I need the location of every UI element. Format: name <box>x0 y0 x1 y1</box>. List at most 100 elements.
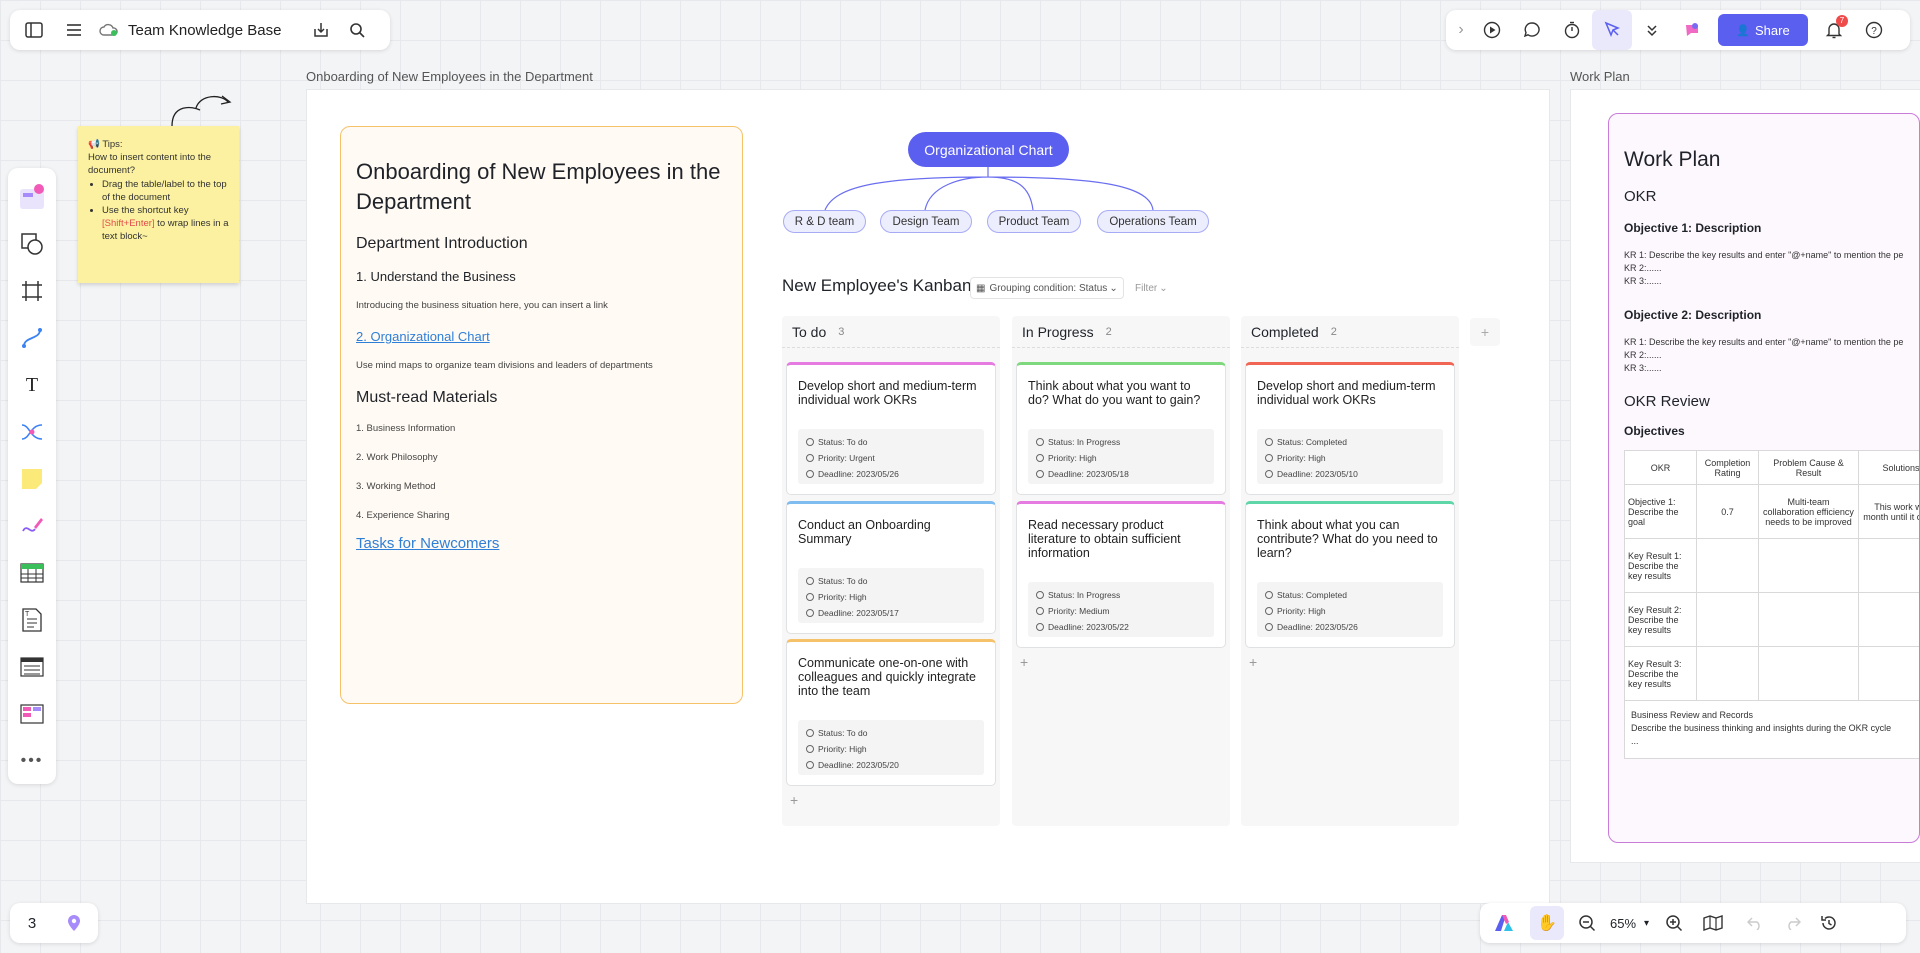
objective-1-heading: Objective 1: Description <box>1624 221 1762 235</box>
doc-paragraph-business: Introducing the business situation here,… <box>356 300 608 311</box>
card-priority: Priority: High <box>1265 450 1435 466</box>
workplan-frame-label[interactable]: Work Plan <box>1570 69 1630 84</box>
ai-logo-icon[interactable] <box>1484 903 1524 943</box>
list-icon[interactable] <box>12 647 52 686</box>
add-card-plus-icon[interactable]: + <box>1249 654 1257 670</box>
org-node-rnd[interactable]: R & D team <box>783 210 866 233</box>
kanban-column-completed: Completed 2 Develop short and medium-term… <box>1241 316 1459 826</box>
chevron-down-icon: ⌄ <box>1159 282 1168 294</box>
share-button[interactable]: 👤 Share <box>1718 14 1808 46</box>
card-deadline: Deadline: 2023/05/17 <box>806 605 976 621</box>
history-icon[interactable] <box>1811 903 1847 943</box>
search-icon[interactable] <box>339 10 375 50</box>
org-chart-root[interactable]: Organizational Chart <box>908 132 1069 167</box>
doc-heading-understand: 1. Understand the Business <box>356 269 516 284</box>
more-tools-icon[interactable]: ••• <box>12 741 52 780</box>
undo-icon[interactable] <box>1735 903 1775 943</box>
shape-icon[interactable] <box>12 225 52 264</box>
card-title: Think about what you can contribute? Wha… <box>1257 518 1438 560</box>
menu-icon[interactable] <box>54 10 94 50</box>
add-card-plus-icon[interactable]: + <box>1020 654 1028 670</box>
column-header: Completed 2 <box>1241 316 1459 348</box>
filter-dropdown[interactable]: Filter ⌄ <box>1130 277 1173 299</box>
table-icon[interactable] <box>12 553 52 592</box>
tasks-link[interactable]: Tasks for Newcomers <box>356 535 727 552</box>
redo-icon[interactable] <box>1775 903 1811 943</box>
bell-icon[interactable]: 7 <box>1814 10 1854 50</box>
column-count: 2 <box>1105 325 1112 338</box>
card-status: Status: In Progress <box>1036 587 1206 603</box>
table-row: Key Result 3: Describe the key results <box>1624 646 1919 701</box>
sidebar-toggle-icon[interactable] <box>14 10 54 50</box>
org-chart-link[interactable]: 2. Organizational Chart <box>356 329 727 344</box>
table-cell: Key Result 1: Describe the key results <box>1624 538 1697 593</box>
more-chevrons-icon[interactable] <box>1632 10 1672 50</box>
play-icon[interactable] <box>1472 10 1512 50</box>
table-row: Key Result 1: Describe the key results <box>1624 538 1919 593</box>
follow-cursor-icon[interactable] <box>1592 10 1632 50</box>
zoom-in-icon[interactable] <box>1657 903 1691 943</box>
card-status: Status: To do <box>806 725 976 741</box>
map-icon[interactable] <box>1691 903 1735 943</box>
tips-title: 📢 Tips: <box>88 139 123 150</box>
collapse-chevron-icon[interactable]: › <box>1450 10 1472 50</box>
kanban-card[interactable]: Conduct an Onboarding Summary Status: To… <box>786 501 996 634</box>
location-pin-icon[interactable] <box>54 903 94 943</box>
kanban-card[interactable]: Think about what you can contribute? Wha… <box>1245 501 1455 648</box>
status-icon <box>1265 438 1273 446</box>
zoom-chevron-down-icon[interactable]: ▾ <box>1644 918 1649 929</box>
org-node-design[interactable]: Design Team <box>880 210 972 233</box>
share-label: Share <box>1755 22 1790 38</box>
card-status: Status: To do <box>806 573 976 589</box>
status-icon <box>1036 438 1044 446</box>
zoom-level[interactable]: 65% <box>1610 916 1636 931</box>
card-priority: Priority: Medium <box>1036 603 1206 619</box>
add-column-button[interactable]: + <box>1470 318 1500 346</box>
kanban-card[interactable]: Think about what you want to do? What do… <box>1016 362 1226 495</box>
table-header-cell: Problem Cause & Result <box>1758 450 1859 485</box>
doc-heading-materials: Must-read Materials <box>356 389 498 406</box>
card-status: Status: Completed <box>1265 587 1435 603</box>
table-header-row: OKR Completion Rating Problem Cause & Re… <box>1624 450 1919 485</box>
add-card-plus-icon[interactable]: + <box>790 792 798 808</box>
comment-icon[interactable] <box>1512 10 1552 50</box>
connector-icon[interactable] <box>12 319 52 358</box>
kanban-card[interactable]: Read necessary product literature to obt… <box>1016 501 1226 648</box>
table-header-cell: OKR <box>1624 450 1697 485</box>
page-number[interactable]: 3 <box>10 915 54 932</box>
status-icon <box>806 438 814 446</box>
document-icon[interactable]: T <box>12 600 52 639</box>
sticky-note-icon[interactable] <box>12 460 52 499</box>
workplan-document[interactable]: Work Plan OKR Objective 1: Description K… <box>1608 113 1920 843</box>
kanban-card[interactable]: Communicate one-on-one with colleagues a… <box>786 639 996 786</box>
templates-icon[interactable] <box>12 178 52 217</box>
kanban-card[interactable]: Develop short and medium-term individual… <box>786 362 996 495</box>
board-title[interactable]: Team Knowledge Base <box>128 22 281 39</box>
okr-review-table[interactable]: OKR Completion Rating Problem Cause & Re… <box>1624 450 1919 759</box>
pen-icon[interactable] <box>12 506 52 545</box>
kanban-card[interactable]: Develop short and medium-term individual… <box>1245 362 1455 495</box>
zoom-out-icon[interactable] <box>1570 903 1604 943</box>
clock-icon <box>1036 623 1044 631</box>
help-icon[interactable]: ? <box>1854 10 1894 50</box>
clock-icon <box>806 761 814 769</box>
org-node-operations[interactable]: Operations Team <box>1097 210 1209 233</box>
ai-assistant-icon[interactable] <box>1672 10 1712 50</box>
frame-icon[interactable] <box>12 272 52 311</box>
org-node-product[interactable]: Product Team <box>987 210 1081 233</box>
hand-tool-icon[interactable]: ✋ <box>1530 906 1564 940</box>
tips-sticky-note[interactable]: 📢 Tips: How to insert content into the d… <box>78 126 239 283</box>
priority-icon <box>806 745 814 753</box>
notification-badge: 7 <box>1836 15 1848 27</box>
kanban-icon[interactable] <box>12 694 52 733</box>
download-icon[interactable] <box>303 10 339 50</box>
grouping-condition-dropdown[interactable]: ▦ Grouping condition: Status ⌄ <box>970 277 1124 299</box>
onboarding-document[interactable]: Onboarding of New Employees in the Depar… <box>340 126 743 704</box>
card-deadline: Deadline: 2023/05/26 <box>806 466 976 482</box>
priority-icon <box>1265 607 1273 615</box>
onboarding-frame-label[interactable]: Onboarding of New Employees in the Depar… <box>306 69 593 84</box>
timer-icon[interactable] <box>1552 10 1592 50</box>
column-header: In Progress 2 <box>1012 316 1230 348</box>
text-icon[interactable]: T <box>12 366 52 405</box>
mindmap-icon[interactable] <box>12 413 52 452</box>
